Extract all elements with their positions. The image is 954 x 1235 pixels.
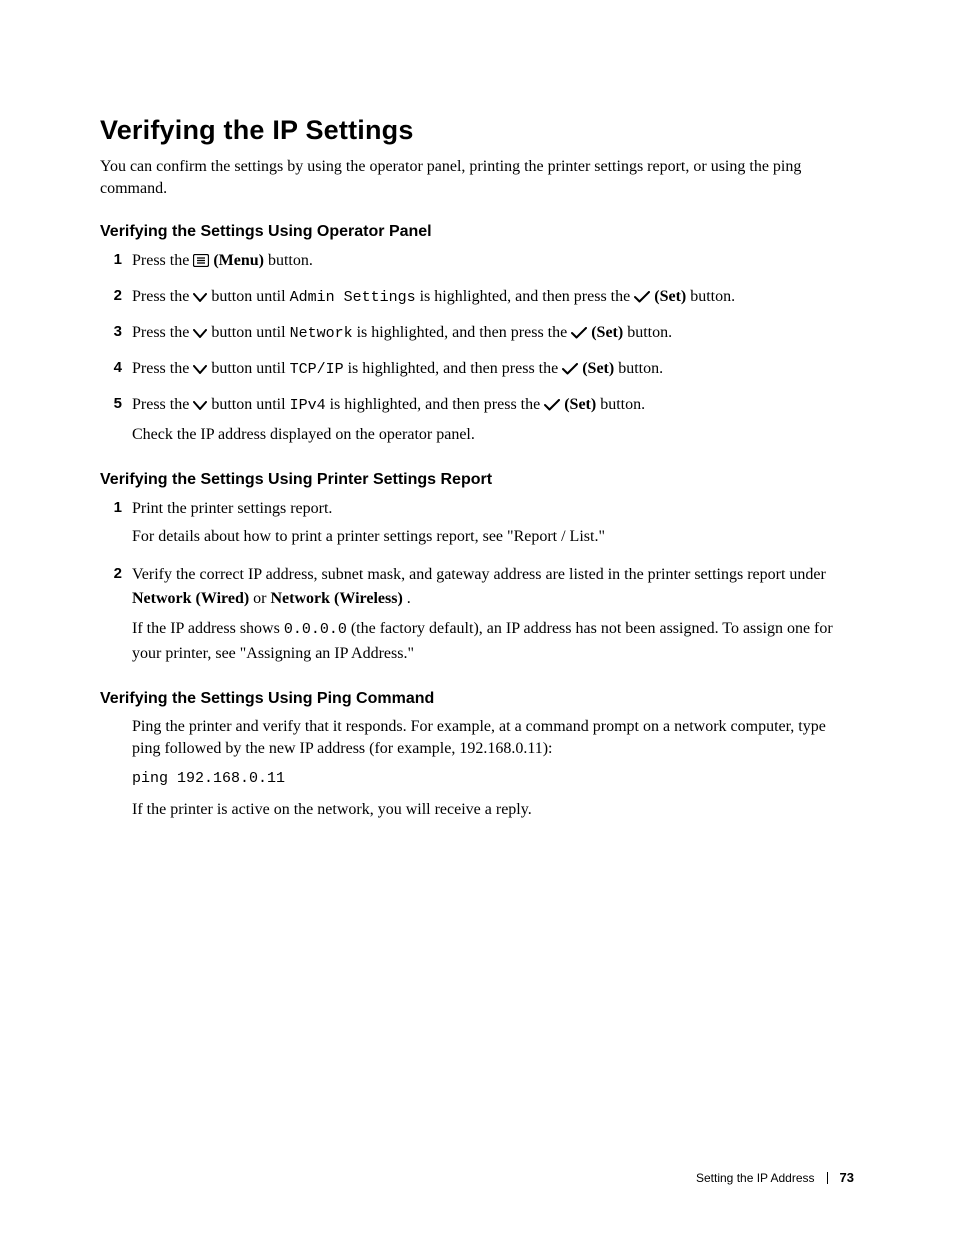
check-icon bbox=[571, 323, 587, 347]
step-1: 1 Print the printer settings report. For… bbox=[100, 497, 854, 553]
button-label: (Set) bbox=[582, 360, 614, 377]
button-label: (Set) bbox=[564, 396, 596, 413]
down-icon bbox=[193, 395, 207, 419]
text: Verify the correct IP address, subnet ma… bbox=[132, 566, 826, 583]
step-2: 2 Press the button until Admin Settings … bbox=[100, 285, 854, 315]
text: button. bbox=[627, 324, 672, 341]
menu-icon bbox=[193, 251, 209, 275]
section3-heading: Verifying the Settings Using Ping Comman… bbox=[100, 690, 854, 708]
step-number: 3 bbox=[100, 321, 122, 351]
check-icon bbox=[562, 359, 578, 383]
text: If the printer is active on the network,… bbox=[100, 799, 854, 821]
code-sample: ping 192.168.0.11 bbox=[100, 770, 854, 787]
text: button. bbox=[600, 396, 645, 413]
section1-heading: Verifying the Settings Using Operator Pa… bbox=[100, 223, 854, 241]
button-label: (Menu) bbox=[213, 252, 264, 269]
text: Press the bbox=[132, 252, 193, 269]
menu-value: TCP/IP bbox=[290, 361, 344, 378]
text: Ping the printer and verify that it resp… bbox=[100, 716, 854, 761]
text: . bbox=[407, 590, 411, 607]
text: button until bbox=[211, 360, 289, 377]
text: or bbox=[253, 590, 270, 607]
text-bold: Network (Wireless) bbox=[271, 590, 403, 607]
footer-divider bbox=[827, 1172, 828, 1184]
step-4: 4 Press the button until TCP/IP is highl… bbox=[100, 357, 854, 387]
chapter-title: Setting the IP Address bbox=[696, 1171, 815, 1185]
menu-value: Network bbox=[290, 325, 353, 342]
button-label: (Set) bbox=[654, 288, 686, 305]
page-number: 73 bbox=[840, 1170, 854, 1185]
document-page: Verifying the IP Settings You can confir… bbox=[0, 0, 954, 1235]
text: Press the bbox=[132, 360, 193, 377]
menu-value: IPv4 bbox=[290, 397, 326, 414]
text: Press the bbox=[132, 396, 193, 413]
text: is highlighted, and then press the bbox=[420, 288, 635, 305]
text: button. bbox=[618, 360, 663, 377]
text: button until bbox=[211, 324, 289, 341]
step-3: 3 Press the button until Network is high… bbox=[100, 321, 854, 351]
text: button until bbox=[211, 288, 289, 305]
step-2: 2 Verify the correct IP address, subnet … bbox=[100, 563, 854, 670]
text: button. bbox=[690, 288, 735, 305]
text: is highlighted, and then press the bbox=[330, 396, 545, 413]
ip-value: 0.0.0.0 bbox=[284, 621, 347, 638]
step-number: 2 bbox=[100, 563, 122, 670]
section2-steps: 1 Print the printer settings report. For… bbox=[100, 497, 854, 670]
page-footer: Setting the IP Address 73 bbox=[696, 1170, 854, 1185]
text: Print the printer settings report. bbox=[132, 497, 854, 521]
down-icon bbox=[193, 323, 207, 347]
text: For details about how to print a printer… bbox=[132, 525, 854, 549]
text: is highlighted, and then press the bbox=[348, 360, 563, 377]
text: If the IP address shows bbox=[132, 620, 284, 637]
section3: Verifying the Settings Using Ping Comman… bbox=[100, 690, 854, 822]
step-number: 1 bbox=[100, 497, 122, 553]
check-icon bbox=[634, 287, 650, 311]
text-bold: Network (Wired) bbox=[132, 590, 249, 607]
check-icon bbox=[544, 395, 560, 419]
step-number: 1 bbox=[100, 249, 122, 279]
page-title: Verifying the IP Settings bbox=[100, 115, 854, 146]
text: Check the IP address displayed on the op… bbox=[132, 423, 854, 447]
section2-heading: Verifying the Settings Using Printer Set… bbox=[100, 471, 854, 489]
text: Press the bbox=[132, 324, 193, 341]
step-number: 5 bbox=[100, 393, 122, 451]
step-1: 1 Press the (Menu) button. bbox=[100, 249, 854, 279]
down-icon bbox=[193, 287, 207, 311]
section1-steps: 1 Press the (Menu) button. 2 Press the bbox=[100, 249, 854, 451]
text: is highlighted, and then press the bbox=[357, 324, 572, 341]
button-label: (Set) bbox=[591, 324, 623, 341]
text: button. bbox=[268, 252, 313, 269]
intro-paragraph: You can confirm the settings by using th… bbox=[100, 156, 854, 199]
step-number: 2 bbox=[100, 285, 122, 315]
text: button until bbox=[211, 396, 289, 413]
step-5: 5 Press the button until IPv4 is highlig… bbox=[100, 393, 854, 451]
menu-value: Admin Settings bbox=[290, 289, 416, 306]
text: Press the bbox=[132, 288, 193, 305]
step-number: 4 bbox=[100, 357, 122, 387]
down-icon bbox=[193, 359, 207, 383]
